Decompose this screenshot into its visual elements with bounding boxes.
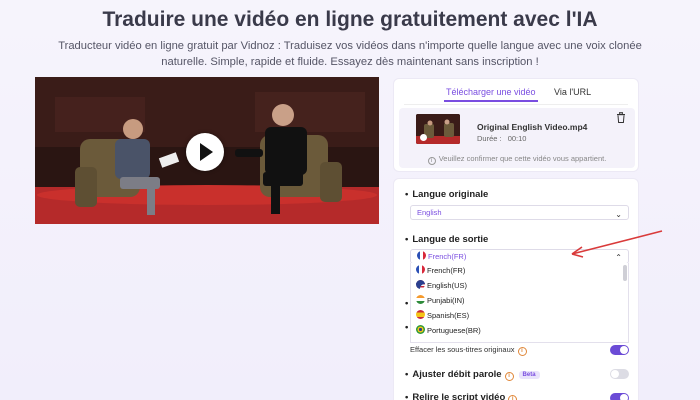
language-option-portuguese[interactable]: Portuguese(BR) (411, 323, 628, 338)
original-language-value: English (417, 208, 442, 217)
language-option-label: English(US) (427, 281, 468, 290)
file-name: Original English Video.mp4 (477, 122, 588, 132)
file-duration: Durée : 00:10 (477, 134, 526, 143)
original-language-select[interactable]: English ⌄ (410, 205, 629, 220)
erase-subtitles-label: Effacer les sous-titres originaux (410, 345, 515, 354)
output-language-dropdown[interactable]: French(FR) English(US) Punjabi(IN) Spani… (410, 263, 629, 343)
brazil-flag-icon (416, 325, 425, 334)
erase-subtitles-toggle[interactable] (610, 345, 629, 355)
output-language-label: • Langue de sortie (405, 234, 489, 245)
adjust-speed-toggle[interactable] (610, 369, 629, 379)
info-icon: i (427, 157, 436, 165)
uploaded-file-card: Original English Video.mp4 Durée : 00:10… (399, 108, 635, 168)
beta-badge: Beta (518, 371, 540, 379)
france-flag-icon (417, 251, 426, 260)
spain-flag-icon (416, 310, 425, 319)
annotation-arrow-icon (571, 230, 663, 258)
adjust-speed-row: • Ajuster débit parole i Beta (405, 369, 540, 381)
duration-value: 00:10 (507, 134, 527, 143)
tab-via-url[interactable]: Via l'URL (554, 87, 591, 97)
erase-subtitles-row: Effacer les sous-titres originaux i (410, 345, 527, 356)
info-icon[interactable]: i (508, 395, 518, 400)
hidden-bullet-2: • (405, 322, 409, 333)
original-language-label-text: Langue originale (412, 189, 489, 200)
language-option-punjabi[interactable]: Punjabi(IN) (411, 293, 628, 308)
play-icon[interactable] (186, 133, 224, 171)
language-option-spanish[interactable]: Spanish(ES) (411, 308, 628, 323)
language-option-label: French(FR) (427, 266, 466, 275)
language-option-label: Spanish(ES) (427, 311, 470, 320)
video-player[interactable] (35, 77, 379, 224)
hidden-bullet-1: • (405, 298, 409, 309)
india-flag-icon (416, 295, 425, 304)
language-option-french[interactable]: French(FR) (411, 263, 628, 278)
language-option-label: Portuguese(BR) (427, 326, 481, 335)
page-title: Traduire une vidéo en ligne gratuitement… (102, 8, 598, 31)
dropdown-scrollbar[interactable] (623, 265, 627, 281)
language-option-english[interactable]: English(US) (411, 278, 628, 293)
france-flag-icon (416, 265, 425, 274)
duration-label: Durée : (477, 134, 502, 143)
usa-flag-icon (416, 280, 425, 289)
chevron-down-icon: ⌄ (615, 210, 622, 219)
output-language-label-text: Langue de sortie (412, 234, 489, 245)
review-script-label: Relire le script vidéo (412, 392, 506, 400)
adjust-speed-label: Ajuster débit parole (412, 369, 502, 380)
output-language-value: French(FR) (428, 252, 467, 261)
info-icon[interactable]: i (517, 347, 527, 356)
review-script-row: • Relire le script vidéo i (405, 392, 518, 400)
tab-upload-video[interactable]: Télécharger une vidéo (444, 87, 538, 102)
original-language-label: • Langue originale (405, 189, 489, 200)
ownership-note: i Veuillez confirmer que cette vidéo vous… (399, 154, 635, 165)
review-script-toggle[interactable] (610, 393, 629, 400)
page-subtitle: Traducteur vidéo en ligne gratuit par Vi… (58, 40, 642, 68)
ownership-note-text: Veuillez confirmer que cette vidéo vous … (438, 154, 607, 163)
video-thumbnail (416, 114, 460, 144)
info-icon[interactable]: i (504, 372, 514, 381)
tab-divider (404, 104, 628, 105)
language-option-label: Punjabi(IN) (427, 296, 465, 305)
thumbnail-play-icon (420, 134, 427, 141)
trash-icon[interactable] (616, 112, 626, 123)
upload-panel: Télécharger une vidéo Via l'URL Original… (393, 78, 639, 172)
